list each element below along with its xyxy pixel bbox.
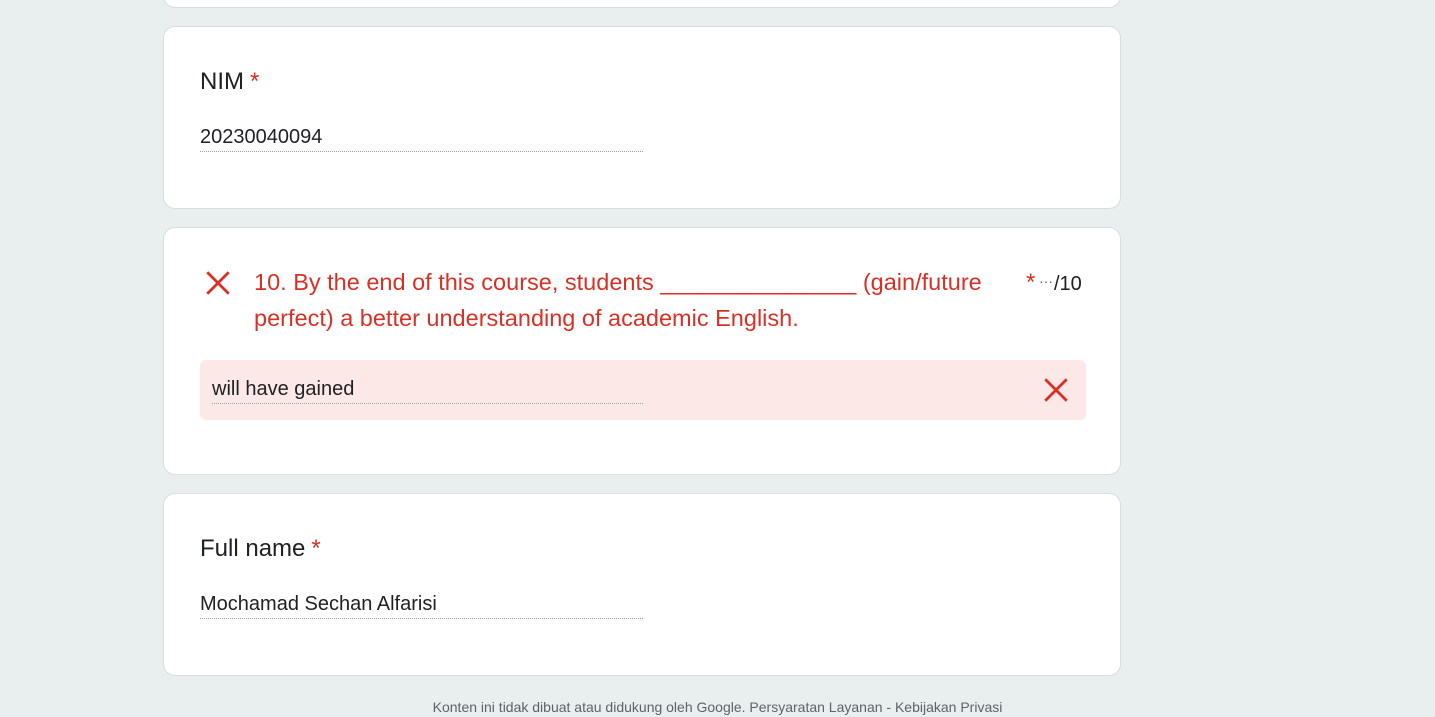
more-icon: ··· bbox=[1039, 273, 1053, 289]
wrong-answer-box: will have gained bbox=[200, 360, 1086, 420]
question-10-title: 10. By the end of this course, students … bbox=[254, 269, 982, 331]
full-name-label: Full name bbox=[200, 535, 306, 562]
nim-question-title: NIM * bbox=[200, 67, 259, 97]
question-10-score: /10 bbox=[1054, 273, 1082, 295]
required-asterisk: * bbox=[311, 535, 321, 562]
nim-question-card: NIM * 20230040094 bbox=[163, 26, 1121, 209]
previous-question-card bbox=[163, 0, 1121, 8]
nim-answer: 20230040094 bbox=[200, 124, 643, 152]
close-icon bbox=[1044, 378, 1068, 402]
full-name-question-title: Full name * bbox=[200, 534, 321, 564]
full-name-answer: Mochamad Sechan Alfarisi bbox=[200, 591, 643, 619]
footer-disclaimer[interactable]: Konten ini tidak dibuat atau didukung ol… bbox=[0, 697, 1435, 717]
question-10-answer: will have gained bbox=[212, 376, 643, 404]
question-10-card: 10. By the end of this course, students … bbox=[163, 227, 1121, 475]
required-asterisk: * bbox=[250, 68, 260, 95]
close-icon bbox=[206, 271, 230, 295]
nim-label: NIM bbox=[200, 68, 244, 95]
required-asterisk: * bbox=[1026, 269, 1036, 296]
full-name-question-card: Full name * Mochamad Sechan Alfarisi bbox=[163, 493, 1121, 676]
